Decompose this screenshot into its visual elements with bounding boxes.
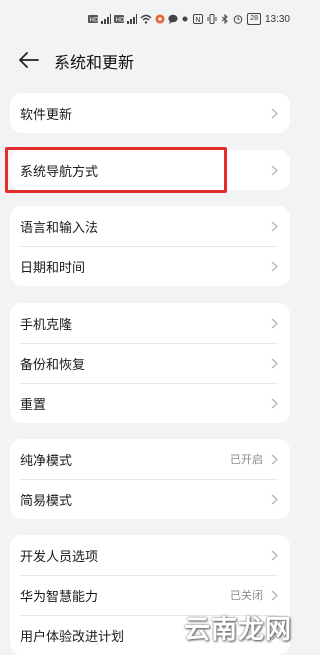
- chevron-right-icon: [271, 454, 278, 464]
- system-navigation-item[interactable]: 系统导航方式: [10, 150, 290, 190]
- battery-icon: 28: [247, 13, 261, 25]
- back-arrow-icon[interactable]: [18, 50, 40, 70]
- svg-text:HD: HD: [116, 17, 125, 24]
- settings-group-language-time: 语言和输入法 日期和时间: [10, 206, 290, 286]
- page-title: 系统和更新: [54, 53, 135, 72]
- backup-restore-item[interactable]: 备份和恢复: [10, 343, 290, 383]
- reset-item[interactable]: 重置: [10, 383, 290, 423]
- row-label: 系统导航方式: [20, 164, 99, 180]
- date-time-item[interactable]: 日期和时间: [10, 246, 290, 286]
- row-status-value: 已开启: [230, 453, 263, 466]
- settings-group-backup: 手机克隆 备份和恢复 重置: [10, 303, 290, 423]
- chat-icon: [168, 14, 178, 24]
- chevron-right-icon: [271, 318, 278, 328]
- chevron-right-icon: [271, 590, 278, 600]
- row-label: 语言和输入法: [20, 220, 99, 236]
- alarm-icon: [233, 15, 243, 24]
- row-label: 手机克隆: [20, 317, 73, 333]
- sim-hd-icon: HD: [88, 15, 99, 24]
- settings-group-navigation: 系统导航方式: [10, 150, 290, 190]
- more-dots-icon: [182, 16, 188, 22]
- row-label: 纯净模式: [20, 453, 73, 469]
- row-label: 简易模式: [20, 493, 73, 509]
- status-time: 13:30: [264, 13, 290, 25]
- row-label: 华为智慧能力: [20, 589, 99, 605]
- status-right-icons: N 28 13:30: [193, 12, 290, 26]
- simple-mode-item[interactable]: 简易模式: [10, 479, 290, 519]
- row-label: 日期和时间: [20, 260, 86, 276]
- row-label: 备份和恢复: [20, 357, 86, 373]
- bluetooth-icon: [221, 14, 228, 24]
- pure-mode-item[interactable]: 纯净模式 已开启: [10, 439, 290, 479]
- signal-icon: [127, 14, 137, 24]
- status-bar: HD HD N 28 13:30: [0, 0, 300, 40]
- page-header: 系统和更新: [0, 40, 300, 80]
- app-notification-icon: [155, 14, 165, 24]
- chevron-right-icon: [271, 494, 278, 504]
- row-label: 开发人员选项: [20, 549, 99, 565]
- software-update-item[interactable]: 软件更新: [10, 93, 290, 133]
- chevron-right-icon: [271, 108, 278, 118]
- battery-level: 28: [250, 15, 258, 22]
- settings-group-update: 软件更新: [10, 93, 290, 133]
- nfc-icon: N: [193, 14, 204, 24]
- settings-group-modes: 纯净模式 已开启 简易模式: [10, 439, 290, 519]
- sim-hd-icon: HD: [114, 15, 125, 24]
- row-status-value: 已关闭: [230, 589, 263, 602]
- developer-options-item[interactable]: 开发人员选项: [10, 535, 290, 575]
- svg-text:HD: HD: [90, 17, 99, 24]
- chevron-right-icon: [271, 550, 278, 560]
- signal-icon: [101, 14, 111, 24]
- chevron-right-icon: [271, 221, 278, 231]
- status-left-icons: HD HD: [88, 12, 189, 26]
- chevron-right-icon: [271, 358, 278, 368]
- chevron-right-icon: [271, 398, 278, 408]
- language-input-item[interactable]: 语言和输入法: [10, 206, 290, 246]
- svg-text:N: N: [195, 16, 200, 24]
- wifi-icon: [140, 14, 152, 24]
- vibrate-icon: [207, 14, 217, 24]
- phone-clone-item[interactable]: 手机克隆: [10, 303, 290, 343]
- row-label: 软件更新: [20, 107, 73, 123]
- chevron-right-icon: [271, 165, 278, 175]
- row-label: 重置: [20, 397, 47, 413]
- chevron-right-icon: [271, 261, 278, 271]
- watermark: 云南龙网: [183, 615, 292, 645]
